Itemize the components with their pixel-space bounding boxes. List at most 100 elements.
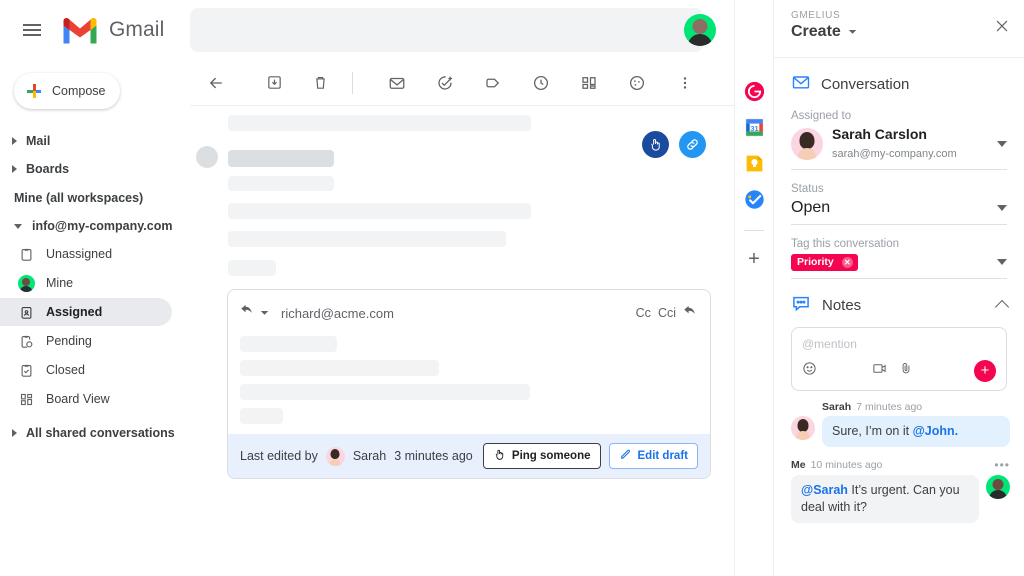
skeleton-line: [240, 384, 530, 400]
sidebar-group-boards[interactable]: Boards: [0, 155, 190, 183]
note-time: 7 minutes ago: [856, 400, 923, 413]
sidebar-group-mail[interactable]: Mail: [0, 127, 190, 155]
chevron-down-icon[interactable]: [260, 304, 269, 322]
rail-divider: [744, 230, 764, 231]
addon-rail: 31 +: [734, 0, 773, 576]
hamburger-icon[interactable]: [14, 12, 50, 48]
chevron-up-icon[interactable]: [994, 299, 1010, 315]
chevron-right-icon: [12, 165, 17, 173]
ping-hand-icon: [493, 448, 506, 464]
tasks-icon[interactable]: [743, 188, 765, 210]
sidebar-item-unassigned[interactable]: Unassigned: [0, 240, 172, 268]
toolbar-divider: [352, 71, 353, 94]
sidebar-item-pending[interactable]: Pending: [0, 327, 172, 355]
top-bar: Gmail: [0, 0, 734, 60]
draft-header: richard@acme.com Cc Cci: [228, 296, 710, 330]
envelope-icon: [791, 72, 811, 97]
conversation-pane: richard@acme.com Cc Cci Last edited by S…: [190, 60, 734, 576]
chevron-down-icon[interactable]: [997, 140, 1007, 147]
clipboard-person-icon: [18, 304, 34, 320]
panel-brand: GMELIUS: [791, 10, 841, 21]
clipboard-check-icon: [18, 362, 34, 378]
note-bubble: Sure, I’m on it @John.: [822, 415, 1010, 447]
compose-button[interactable]: Compose: [14, 73, 120, 109]
edit-draft-label: Edit draft: [637, 450, 688, 462]
reply-arrow-icon[interactable]: [240, 303, 255, 323]
cc-button[interactable]: Cc: [636, 306, 651, 320]
calendar-31-icon[interactable]: 31: [743, 116, 765, 138]
ping-someone-label: Ping someone: [511, 450, 591, 462]
sidebar-item-closed[interactable]: Closed: [0, 356, 172, 384]
emoji-icon[interactable]: [802, 361, 817, 381]
search-input[interactable]: [190, 8, 704, 52]
assigned-to-row[interactable]: Sarah Carslon sarah@my-company.com: [791, 126, 1007, 170]
status-label: Status: [791, 182, 824, 195]
video-icon[interactable]: [872, 361, 887, 381]
draft-recipient[interactable]: richard@acme.com: [281, 306, 394, 321]
chevron-down-icon[interactable]: [997, 259, 1007, 265]
ping-hand-icon[interactable]: [642, 131, 669, 158]
draft-body-skeleton[interactable]: [228, 330, 710, 434]
note-row: @Sarah It’s urgent. Can you deal with it…: [791, 474, 1010, 524]
keep-bulb-icon[interactable]: [743, 152, 765, 174]
delete-button[interactable]: [302, 65, 338, 101]
back-button[interactable]: [198, 65, 234, 101]
sidebar-item-label: Unassigned: [46, 247, 113, 261]
archive-button[interactable]: [256, 65, 292, 101]
reply-all-icon[interactable]: [683, 304, 698, 322]
add-addon-button[interactable]: +: [748, 249, 760, 269]
skeleton-line: [240, 360, 439, 376]
gmelius-icon[interactable]: [743, 80, 765, 102]
ping-someone-button[interactable]: Ping someone: [482, 443, 601, 469]
add-note-button[interactable]: +: [974, 359, 996, 382]
draft-card: richard@acme.com Cc Cci Last edited by S…: [227, 289, 711, 479]
mark-unread-button[interactable]: [379, 65, 415, 101]
sequence-button[interactable]: [619, 65, 655, 101]
sidebar-item-mine[interactable]: Mine: [0, 269, 172, 297]
sidebar-item-label: Pending: [46, 334, 92, 348]
note-bubble: @Sarah It’s urgent. Can you deal with it…: [791, 474, 979, 524]
chevron-down-icon: [14, 223, 22, 229]
status-badge[interactable]: Priority ✕: [791, 253, 858, 271]
conversation-title: Conversation: [821, 76, 910, 93]
edit-draft-button[interactable]: Edit draft: [608, 443, 698, 469]
clipboard-clock-icon: [18, 333, 34, 349]
note-mention: @Sarah: [801, 482, 848, 497]
more-button[interactable]: [667, 65, 703, 101]
sidebar-item-board-view[interactable]: Board View: [0, 385, 172, 413]
snooze-button[interactable]: [523, 65, 559, 101]
svg-text:31: 31: [750, 124, 758, 133]
board-button[interactable]: [571, 65, 607, 101]
sidebar-group-all-shared[interactable]: All shared conversations: [0, 419, 190, 447]
skeleton-line: [228, 176, 334, 191]
note-mention: @John.: [912, 423, 959, 438]
assignee-name: Sarah Carslon: [832, 126, 927, 142]
panel-title-dropdown[interactable]: Create: [791, 23, 857, 41]
close-circle-icon[interactable]: ✕: [841, 256, 853, 268]
note-author: Sarah: [822, 400, 852, 413]
note-composer[interactable]: @mention +: [791, 326, 1007, 391]
link-icon[interactable]: [679, 131, 706, 158]
pencil-icon: [619, 448, 632, 464]
sidebar-group-label: Boards: [26, 162, 70, 176]
sidebar-item-assigned[interactable]: Assigned: [0, 298, 172, 326]
note-message-me: Me 10 minutes ago ••• @Sarah It’s urgent…: [791, 458, 1010, 524]
close-icon[interactable]: [994, 18, 1010, 38]
conversation-header: Conversation: [774, 58, 1024, 97]
bcc-button[interactable]: Cci: [658, 306, 676, 320]
status-row[interactable]: Open: [791, 199, 1007, 225]
note-input[interactable]: @mention: [802, 337, 996, 351]
chevron-down-icon[interactable]: [997, 204, 1007, 211]
tag-row[interactable]: Priority ✕: [791, 253, 1007, 279]
account-avatar[interactable]: [684, 14, 716, 46]
status-value: Open: [791, 198, 831, 216]
label-button[interactable]: [475, 65, 511, 101]
assign-button[interactable]: [427, 65, 463, 101]
notes-header: Notes: [774, 279, 1024, 318]
chevron-right-icon: [12, 137, 17, 145]
sidebar-workspace-info[interactable]: info@my-company.com: [0, 213, 190, 239]
gmelius-panel: GMELIUS Create Conversation Assigned to: [773, 0, 1024, 576]
paperclip-icon[interactable]: [899, 361, 913, 380]
thread-skeleton: [190, 106, 734, 276]
more-horizontal-icon[interactable]: •••: [994, 458, 1010, 472]
